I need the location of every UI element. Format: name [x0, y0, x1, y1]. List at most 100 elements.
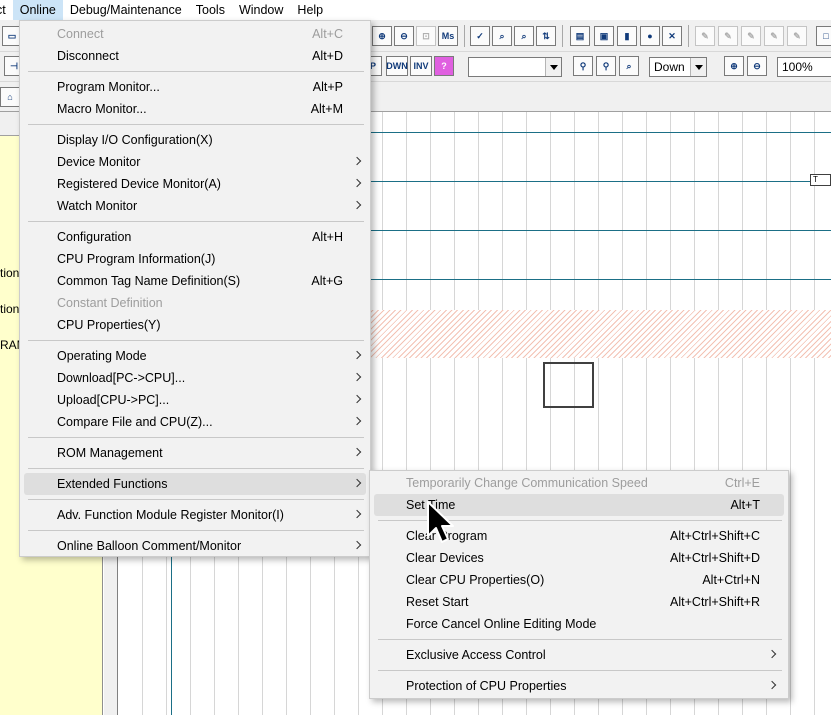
direction-combo-value: Down [654, 60, 685, 74]
chevron-down-icon[interactable] [545, 58, 561, 76]
menu-separator [28, 499, 364, 500]
output-coil-box[interactable]: T [810, 174, 831, 186]
chevron-right-icon [353, 151, 361, 173]
chevron-right-icon [768, 675, 776, 697]
zoom-combo[interactable]: 100% [777, 57, 831, 77]
device-off-icon[interactable]: ✎ [718, 26, 738, 46]
zoom-in-icon[interactable]: ⊕ [724, 56, 744, 76]
chevron-right-icon [768, 644, 776, 666]
toolbar-separator [464, 25, 465, 47]
tools-icon[interactable]: ✕ [662, 26, 682, 46]
online-menu: Connect Alt+C Disconnect Alt+D Program M… [19, 20, 371, 557]
cross-reference-icon[interactable]: ⇅ [536, 26, 556, 46]
zoom-area-icon[interactable]: ⊡ [416, 26, 436, 46]
menu-item-rom-management[interactable]: ROM Management [24, 442, 366, 464]
mouse-pointer-icon [427, 501, 454, 543]
ms-icon[interactable]: Ms [438, 26, 458, 46]
menu-item-online-balloon-comment-monitor[interactable]: Online Balloon Comment/Monitor [24, 535, 366, 557]
find-window-icon[interactable]: ⌕ [619, 56, 639, 76]
menu-separator [28, 340, 364, 341]
menu-item-force-cancel-online-editing-mode[interactable]: Force Cancel Online Editing Mode [374, 613, 784, 635]
check-icon[interactable]: ✓ [470, 26, 490, 46]
tree-item-fragment[interactable]: tion [0, 302, 19, 316]
menu-debug-maintenance[interactable]: Debug/Maintenance [63, 0, 189, 20]
device-edit-icon[interactable]: ✎ [787, 26, 807, 46]
menu-item-download[interactable]: Download[PC->CPU]... [24, 367, 366, 389]
menu-item-compare-file-and-cpu[interactable]: Compare File and CPU(Z)... [24, 411, 366, 433]
menu-item-connect[interactable]: Connect Alt+C [24, 23, 366, 45]
toolbar-separator [688, 25, 689, 47]
menu-item-display-io-configuration[interactable]: Display I/O Configuration(X) [24, 129, 366, 151]
menu-item-clear-cpu-properties[interactable]: Clear CPU Properties(O) Alt+Ctrl+N [374, 569, 784, 591]
chevron-right-icon [353, 411, 361, 433]
menu-separator [378, 670, 782, 671]
program-list-icon[interactable]: ▤ [570, 26, 590, 46]
menu-item-macro-monitor[interactable]: Macro Monitor... Alt+M [24, 98, 366, 120]
home-icon[interactable]: ⌂ [0, 87, 20, 107]
menu-item-temporarily-change-communication-speed[interactable]: Temporarily Change Communication Speed C… [374, 472, 784, 494]
menu-item-cpu-program-information[interactable]: CPU Program Information(J) [24, 248, 366, 270]
menu-item-exclusive-access-control[interactable]: Exclusive Access Control [374, 644, 784, 666]
menu-separator [28, 71, 364, 72]
monitor-icon[interactable]: ▮ [617, 26, 637, 46]
chevron-down-icon[interactable] [690, 58, 706, 76]
ladder-falling-edge-button[interactable]: DWN [386, 56, 408, 76]
toolbar-separator [562, 25, 563, 47]
chevron-right-icon [353, 195, 361, 217]
tree-item-fragment[interactable]: tion [0, 266, 19, 280]
run-status-icon[interactable]: ● [640, 26, 660, 46]
menu-separator [28, 221, 364, 222]
menu-item-disconnect[interactable]: Disconnect Alt+D [24, 45, 366, 67]
menu-tools[interactable]: Tools [189, 0, 232, 20]
device-write-icon[interactable]: ✎ [764, 26, 784, 46]
menu-item-device-monitor[interactable]: Device Monitor [24, 151, 366, 173]
chevron-right-icon [353, 504, 361, 526]
zoom-out-icon[interactable]: ⊖ [394, 26, 414, 46]
zoom-out-icon[interactable]: ⊖ [747, 56, 767, 76]
menu-bar: ct Online Debug/Maintenance Tools Window… [0, 0, 831, 20]
menu-item-constant-definition[interactable]: Constant Definition [24, 292, 366, 314]
menu-item-configuration[interactable]: Configuration Alt+H [24, 226, 366, 248]
menu-separator [28, 468, 364, 469]
menu-item-reset-start[interactable]: Reset Start Alt+Ctrl+Shift+R [374, 591, 784, 613]
menu-separator [28, 437, 364, 438]
direction-combo[interactable]: Down [649, 57, 707, 77]
device-toggle-icon[interactable]: ✎ [741, 26, 761, 46]
menu-item-registered-device-monitor[interactable]: Registered Device Monitor(A) [24, 173, 366, 195]
menu-item-program-monitor[interactable]: Program Monitor... Alt+P [24, 76, 366, 98]
menu-project-truncated[interactable]: ct [0, 0, 13, 20]
ladder-invert-button[interactable]: INV [410, 56, 432, 76]
chevron-right-icon [353, 173, 361, 195]
menu-item-adv-function-module-register-monitor[interactable]: Adv. Function Module Register Monitor(I) [24, 504, 366, 526]
menu-item-cpu-properties[interactable]: CPU Properties(Y) [24, 314, 366, 336]
search-combo[interactable] [468, 57, 562, 77]
menu-item-operating-mode[interactable]: Operating Mode [24, 345, 366, 367]
binoculars-icon[interactable]: ⚲ [573, 56, 593, 76]
chevron-right-icon [353, 345, 361, 367]
menu-item-watch-monitor[interactable]: Watch Monitor [24, 195, 366, 217]
menu-item-extended-functions[interactable]: Extended Functions [24, 473, 366, 495]
chevron-right-icon [353, 389, 361, 411]
chevron-right-icon [353, 367, 361, 389]
ladder-help-button[interactable]: ? [434, 56, 454, 76]
extra-tool-icon[interactable]: □ [816, 26, 831, 46]
menu-separator [28, 530, 364, 531]
find-device-icon[interactable]: ⌕ [492, 26, 512, 46]
module-list-icon[interactable]: ▣ [594, 26, 614, 46]
menu-window[interactable]: Window [232, 0, 290, 20]
chevron-right-icon [353, 442, 361, 464]
menu-item-protection-of-cpu-properties[interactable]: Protection of CPU Properties [374, 675, 784, 697]
menu-online[interactable]: Online [12, 0, 63, 20]
device-on-icon[interactable]: ✎ [695, 26, 715, 46]
zoom-in-icon[interactable]: ⊕ [372, 26, 392, 46]
menu-item-common-tag-name-definition[interactable]: Common Tag Name Definition(S) Alt+G [24, 270, 366, 292]
menu-item-upload[interactable]: Upload[CPU->PC]... [24, 389, 366, 411]
zoom-combo-value: 100% [782, 60, 813, 74]
find-contact-icon[interactable]: ⌕ [514, 26, 534, 46]
ladder-cursor[interactable] [543, 362, 594, 408]
menu-help[interactable]: Help [290, 0, 330, 20]
menu-separator [378, 639, 782, 640]
menu-item-clear-devices[interactable]: Clear Devices Alt+Ctrl+Shift+D [374, 547, 784, 569]
find-replace-icon[interactable]: ⚲ [596, 56, 616, 76]
chevron-right-icon [353, 473, 361, 495]
